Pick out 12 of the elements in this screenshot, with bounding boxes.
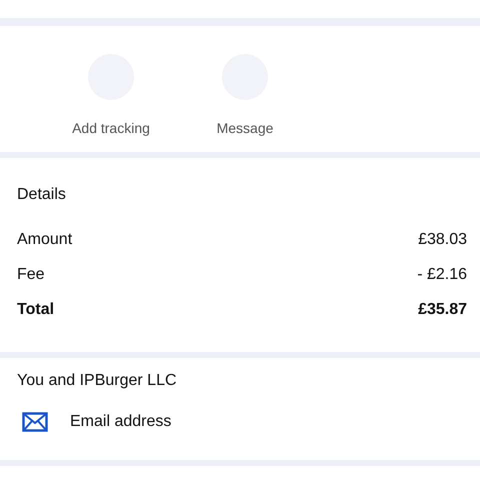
contact-label[interactable]: Email address	[70, 413, 172, 431]
action-label[interactable]: Add tracking	[72, 120, 150, 136]
detail-label: Fee	[17, 266, 45, 284]
detail-value: £35.87	[418, 300, 467, 318]
detail-label: Total	[17, 300, 54, 318]
section-title: Details	[17, 186, 67, 204]
detail-label: Amount	[17, 230, 72, 248]
action-label[interactable]: Message	[216, 120, 274, 136]
detail-value: - £2.16	[417, 266, 467, 284]
detail-value: £38.03	[418, 230, 467, 248]
section-title: You and IPBurger LLC	[17, 372, 178, 390]
envelope-icon	[22, 412, 48, 432]
